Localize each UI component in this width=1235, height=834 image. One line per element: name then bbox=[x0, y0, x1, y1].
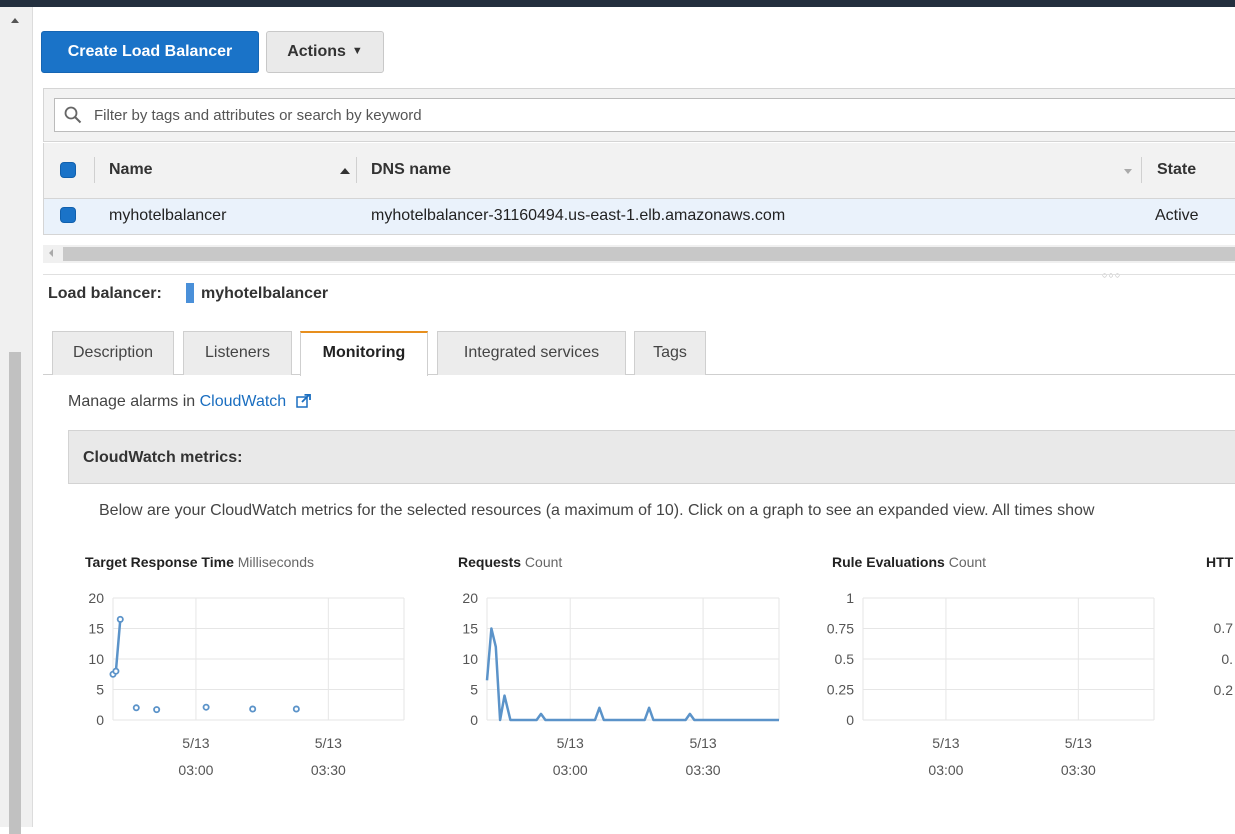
cell-state: Active bbox=[1155, 207, 1199, 224]
y-tick-label: 0 bbox=[846, 712, 854, 728]
sort-icon[interactable] bbox=[1124, 169, 1132, 174]
y-tick-label: 5 bbox=[96, 682, 104, 698]
split-divider bbox=[43, 274, 1235, 275]
series-line bbox=[112, 619, 122, 676]
column-header-state[interactable]: State bbox=[1157, 161, 1196, 179]
top-bar bbox=[0, 0, 1235, 7]
external-link-icon[interactable] bbox=[295, 394, 311, 408]
column-divider bbox=[94, 157, 95, 183]
y-tick-label: 15 bbox=[88, 621, 104, 637]
data-point bbox=[132, 704, 140, 712]
actions-label: Actions bbox=[287, 43, 346, 60]
sort-ascending-icon[interactable] bbox=[340, 168, 350, 174]
detail-name: myhotelbalancer bbox=[201, 285, 329, 302]
data-point bbox=[112, 667, 120, 675]
tab-monitoring[interactable]: Monitoring bbox=[300, 331, 428, 376]
table-header: Name DNS name State bbox=[43, 143, 1235, 199]
x-tick-label: 03:30 bbox=[686, 762, 721, 778]
row-checkbox[interactable] bbox=[60, 207, 76, 223]
y-tick-label: 0.2 bbox=[1214, 682, 1234, 698]
y-tick-label: 0.75 bbox=[827, 621, 854, 637]
search-input[interactable]: Filter by tags and attributes or search … bbox=[54, 98, 1235, 132]
x-tick-label: 03:30 bbox=[311, 762, 346, 778]
metrics-title: CloudWatch metrics: bbox=[83, 449, 243, 466]
search-placeholder: Filter by tags and attributes or search … bbox=[94, 107, 422, 124]
chart-title-3: HTT bbox=[1206, 554, 1234, 570]
x-tick-label: 03:00 bbox=[928, 762, 963, 778]
chart-title-2: Rule Evaluations Count bbox=[832, 554, 987, 570]
detail-label: Load balancer: bbox=[48, 285, 162, 302]
chart-title-1: Requests Count bbox=[458, 554, 563, 570]
actions-button[interactable]: Actions ▼ bbox=[266, 31, 384, 73]
tab-integrated-services[interactable]: Integrated services bbox=[437, 331, 626, 375]
y-tick-label: 0.7 bbox=[1214, 620, 1234, 636]
chart-http-partial[interactable]: 0.7 0. 0.2 bbox=[1200, 585, 1235, 785]
vertical-scrollbar[interactable] bbox=[0, 7, 33, 834]
chart-title-0: Target Response Time Milliseconds bbox=[85, 554, 314, 570]
create-load-balancer-button[interactable]: Create Load Balancer bbox=[41, 31, 259, 73]
resize-handle-icon[interactable]: ○○○ bbox=[1102, 270, 1121, 280]
x-tick-label: 5/13 bbox=[1065, 735, 1092, 751]
manage-alarms: Manage alarms in CloudWatch bbox=[68, 393, 311, 411]
chevron-down-icon: ▼ bbox=[351, 45, 363, 57]
column-header-name[interactable]: Name bbox=[109, 161, 153, 179]
chart-rule-evaluations[interactable]: 1 0.75 0.5 0.25 0 5/13 03:00 5/13 03:30 bbox=[827, 585, 1160, 785]
x-tick-label: 03:00 bbox=[178, 762, 213, 778]
data-point bbox=[202, 703, 210, 711]
select-all-checkbox[interactable] bbox=[60, 162, 76, 178]
cell-name: myhotelbalancer bbox=[109, 207, 227, 224]
tab-tags[interactable]: Tags bbox=[634, 331, 706, 375]
y-tick-label: 10 bbox=[88, 651, 104, 667]
y-tick-label: 0 bbox=[470, 712, 478, 728]
y-tick-label: 0.25 bbox=[827, 682, 854, 698]
x-tick-label: 03:00 bbox=[553, 762, 588, 778]
horizontal-scroll-thumb[interactable] bbox=[63, 247, 1235, 261]
y-tick-label: 0.5 bbox=[835, 651, 855, 667]
column-header-dns[interactable]: DNS name bbox=[371, 161, 451, 179]
horizontal-scrollbar[interactable] bbox=[43, 245, 1235, 263]
search-icon bbox=[64, 106, 82, 124]
y-tick-label: 10 bbox=[462, 651, 478, 667]
y-tick-label: 20 bbox=[88, 590, 104, 606]
x-tick-label: 5/13 bbox=[932, 735, 959, 751]
cloudwatch-link[interactable]: CloudWatch bbox=[200, 393, 287, 410]
manage-alarms-text: Manage alarms in bbox=[68, 393, 196, 410]
data-point bbox=[249, 705, 257, 713]
scroll-up-arrow-icon[interactable] bbox=[11, 18, 19, 23]
data-point bbox=[292, 705, 300, 713]
y-tick-label: 20 bbox=[462, 590, 478, 606]
column-divider bbox=[356, 157, 357, 183]
scroll-left-arrow-icon[interactable] bbox=[49, 249, 53, 257]
data-point bbox=[153, 706, 161, 714]
scroll-thumb[interactable] bbox=[9, 352, 21, 834]
column-divider bbox=[1141, 157, 1142, 183]
y-tick-label: 1 bbox=[846, 590, 854, 606]
data-point bbox=[116, 615, 124, 623]
table-row[interactable]: myhotelbalancer myhotelbalancer-31160494… bbox=[43, 199, 1235, 235]
metrics-description: Below are your CloudWatch metrics for th… bbox=[99, 502, 1095, 519]
metrics-panel: CloudWatch metrics: bbox=[68, 430, 1235, 484]
search-bar: Filter by tags and attributes or search … bbox=[43, 88, 1235, 142]
x-tick-label: 5/13 bbox=[689, 735, 716, 751]
x-tick-label: 5/13 bbox=[182, 735, 209, 751]
x-tick-label: 5/13 bbox=[315, 735, 342, 751]
y-tick-label: 0. bbox=[1221, 651, 1233, 667]
x-tick-label: 5/13 bbox=[557, 735, 584, 751]
series-line bbox=[485, 627, 779, 722]
chart-requests[interactable]: 20 15 10 5 0 5/13 03:00 5/13 03:30 bbox=[455, 585, 785, 785]
x-tick-label: 03:30 bbox=[1061, 762, 1096, 778]
y-tick-label: 5 bbox=[470, 682, 478, 698]
tab-listeners[interactable]: Listeners bbox=[183, 331, 292, 375]
cell-dns: myhotelbalancer-31160494.us-east-1.elb.a… bbox=[371, 207, 786, 224]
tab-description[interactable]: Description bbox=[52, 331, 174, 375]
y-tick-label: 15 bbox=[462, 621, 478, 637]
chart-target-response-time[interactable]: 20 15 10 5 0 5/13 03:00 5/13 03:30 bbox=[80, 585, 410, 785]
selection-marker bbox=[186, 283, 194, 303]
y-tick-label: 0 bbox=[96, 712, 104, 728]
